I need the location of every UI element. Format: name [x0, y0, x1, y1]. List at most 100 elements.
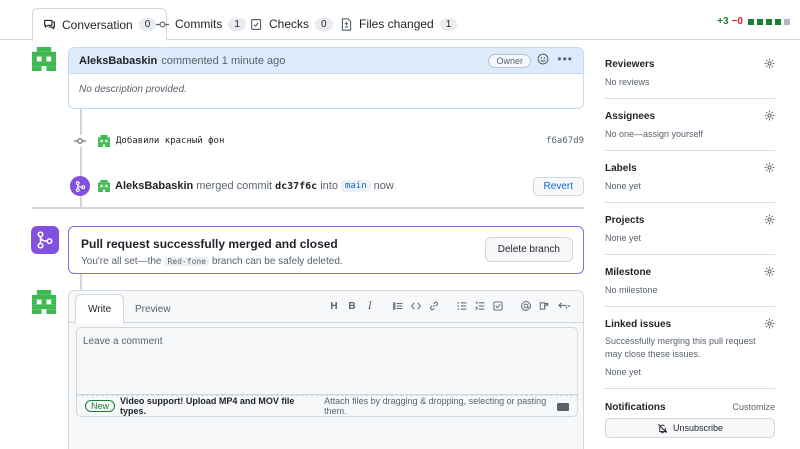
formatting-toolbar: H B I: [325, 299, 575, 313]
gear-icon[interactable]: [764, 318, 775, 329]
user-avatar[interactable]: [98, 135, 110, 147]
sidebar-reviewers: Reviewers No reviews: [605, 58, 775, 99]
comment-header: AleksBabaskin commented 1 minute ago Own…: [69, 48, 583, 74]
saved-replies-icon[interactable]: [553, 299, 575, 313]
sidebar-value: None yet: [605, 367, 642, 377]
editor-tabs: Write Preview H B I: [69, 291, 583, 324]
task-list-icon[interactable]: [489, 299, 507, 313]
kebab-menu-icon[interactable]: •••: [557, 52, 573, 66]
upload-hint: Attach files by dragging & dropping, sel…: [324, 396, 547, 416]
merged-subtitle-after: branch can be safely deleted.: [212, 256, 343, 267]
merge-commit-sha[interactable]: dc37f6c: [275, 181, 317, 192]
tab-label: Files changed: [359, 17, 434, 31]
git-merge-icon: [31, 226, 59, 254]
tab-checks[interactable]: Checks 0: [240, 8, 343, 40]
comment-body: No description provided.: [79, 84, 187, 95]
merge-into-text: into: [320, 180, 338, 192]
diff-block: [784, 18, 790, 25]
italic-icon[interactable]: I: [361, 299, 379, 313]
unsubscribe-button[interactable]: Unsubscribe: [605, 418, 775, 438]
pr-tabs: Conversation 0 Commits 1 Checks 0 Files …: [0, 0, 800, 41]
cross-reference-icon[interactable]: [535, 299, 553, 313]
merged-status-box: Pull request successfully merged and clo…: [68, 226, 584, 274]
comment-editor: Write Preview H B I Leave a comment New …: [68, 290, 584, 449]
sidebar-value: Successfully merging this pull request m…: [605, 336, 756, 359]
gear-icon[interactable]: [764, 214, 775, 225]
sidebar-title: Milestone: [605, 267, 652, 278]
conversation-icon: [44, 19, 55, 30]
owner-badge: Owner: [488, 54, 531, 68]
merged-subtitle-before: You're all set—the: [81, 256, 162, 267]
user-avatar[interactable]: [32, 47, 56, 71]
gear-icon[interactable]: [764, 266, 775, 277]
tab-label: Conversation: [62, 17, 133, 32]
link-icon[interactable]: [425, 299, 443, 313]
sidebar-value: None yet: [605, 181, 642, 191]
tab-preview[interactable]: Preview: [123, 294, 183, 324]
checklist-icon: [251, 18, 262, 30]
diff-block: [766, 18, 772, 25]
customize-link[interactable]: Customize: [732, 402, 775, 412]
revert-button[interactable]: Revert: [532, 177, 584, 196]
file-diff-icon: [341, 17, 352, 31]
emoji-reaction-icon[interactable]: [537, 53, 549, 65]
commit-icon: [74, 135, 86, 147]
sidebar-projects: Projects None yet: [605, 214, 775, 255]
source-branch[interactable]: Red-fone: [164, 257, 210, 266]
commit-event: Добавили красный фон f6a67d9: [74, 134, 584, 148]
sidebar-title: Reviewers: [605, 59, 655, 70]
commit-message[interactable]: Добавили красный фон: [116, 136, 224, 146]
tab-count: 1: [439, 17, 458, 31]
heading-icon[interactable]: H: [325, 299, 343, 313]
tab-write[interactable]: Write: [75, 294, 125, 324]
code-icon[interactable]: [407, 299, 425, 313]
sidebar-milestone: Milestone No milestone: [605, 266, 775, 307]
sidebar-title: Assignees: [605, 111, 656, 122]
new-badge: New: [85, 400, 116, 412]
sidebar-value: No reviews: [605, 77, 650, 87]
git-merge-icon: [70, 176, 90, 196]
user-avatar[interactable]: [32, 290, 56, 314]
gear-icon[interactable]: [764, 162, 775, 173]
sidebar-value: No milestone: [605, 285, 658, 295]
merge-text: merged commit: [196, 180, 273, 192]
diffstat: +3 −0: [717, 16, 790, 27]
sidebar-title: Notifications: [605, 402, 666, 413]
quote-icon[interactable]: [389, 299, 407, 313]
bold-icon[interactable]: B: [343, 299, 361, 313]
gear-icon[interactable]: [764, 110, 775, 121]
markdown-icon[interactable]: [557, 403, 569, 411]
ordered-list-icon[interactable]: [471, 299, 489, 313]
delete-branch-button[interactable]: Delete branch: [484, 237, 573, 262]
user-avatar[interactable]: [98, 180, 110, 192]
bell-slash-icon: [658, 423, 668, 433]
merge-time: now: [373, 180, 394, 192]
gear-icon[interactable]: [764, 58, 775, 69]
pr-description-comment: AleksBabaskin commented 1 minute ago Own…: [68, 47, 584, 109]
sidebar-title: Projects: [605, 215, 645, 226]
target-branch[interactable]: main: [340, 180, 371, 192]
comment-author[interactable]: AleksBabaskin: [79, 55, 157, 67]
unsubscribe-label: Unsubscribe: [672, 423, 724, 433]
sidebar-labels: Labels None yet: [605, 162, 775, 203]
diff-deletions: −0: [731, 16, 743, 27]
unordered-list-icon[interactable]: [453, 299, 471, 313]
merge-author[interactable]: AleksBabaskin: [115, 180, 193, 192]
mention-icon[interactable]: [517, 299, 535, 313]
tab-files-changed[interactable]: Files changed 1: [330, 8, 467, 40]
diff-block: [775, 18, 781, 25]
sidebar-value: None yet: [605, 233, 642, 243]
sidebar-title: Linked issues: [605, 319, 672, 330]
comment-textarea[interactable]: Leave a comment: [76, 327, 578, 395]
sidebar-assignees: Assignees No one—assign yourself: [605, 110, 775, 151]
commit-sha[interactable]: f6a67d9: [546, 136, 584, 146]
sidebar-notifications: Notifications Customize: [605, 402, 775, 416]
assign-yourself-link[interactable]: No one—assign yourself: [605, 128, 703, 141]
sidebar-linked-issues: Linked issues Successfully merging this …: [605, 318, 775, 389]
comment-action: commented 1 minute ago: [161, 54, 286, 67]
file-upload-zone[interactable]: New Video support! Upload MP4 and MOV fi…: [76, 395, 578, 417]
upload-headline: Video support! Upload MP4 and MOV file t…: [120, 396, 295, 416]
tab-label: Checks: [269, 17, 310, 31]
diff-additions: +3: [717, 16, 729, 27]
timeline-line: [80, 274, 82, 290]
